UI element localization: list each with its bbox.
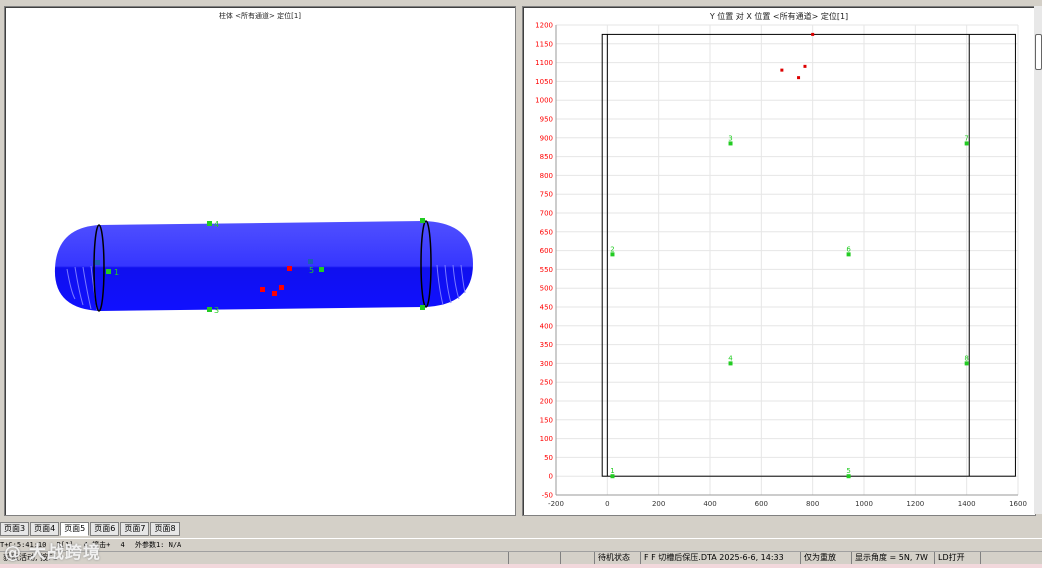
y-tick-label: 1200 xyxy=(535,22,553,30)
sensor-point-label: 4 xyxy=(728,354,733,362)
y-tick-label: 100 xyxy=(540,435,553,443)
status-angle: 显示角度 = 5N, 7W xyxy=(851,552,934,564)
sensor-4-label: 4 xyxy=(214,220,219,229)
sensor-1-label: 1 xyxy=(114,268,119,277)
y-tick-label: 1100 xyxy=(535,59,553,67)
y-tick-label: 300 xyxy=(540,360,553,368)
y-tick-label: 750 xyxy=(540,191,553,199)
info-bar: T+C:5:41:10 R[1] 4 撞击+ 4 外参数1: N/A xyxy=(0,538,1042,551)
y-tick-label: 0 xyxy=(549,473,553,481)
tab-page7[interactable]: 页面7 xyxy=(120,522,150,536)
x-tick-label: 1200 xyxy=(906,500,924,508)
sensor-point-label: 3 xyxy=(728,134,732,142)
x-tick-label: 1600 xyxy=(1009,500,1027,508)
x-tick-label: 0 xyxy=(605,500,609,508)
cylinder-view-panel: 柱体 <所有通道> 定位[1] 1 4 3 5 xyxy=(4,6,516,516)
y-tick-label: 450 xyxy=(540,304,553,312)
taskbar-strip xyxy=(0,564,1042,568)
x-tick-label: 200 xyxy=(652,500,665,508)
sensor-3-label: 3 xyxy=(214,306,219,315)
y-tick-label: 150 xyxy=(540,416,553,424)
status-state: 待机状态 xyxy=(594,552,641,564)
event-point xyxy=(797,76,801,80)
event-point xyxy=(260,287,265,292)
status-bar: 获取活动, 按F1 待机状态 F F 切槽后保压.DTA 2025-6-6, 1… xyxy=(0,551,1042,565)
event-point xyxy=(811,32,815,36)
y-tick-label: 350 xyxy=(540,341,553,349)
y-tick-label: 1000 xyxy=(535,97,553,105)
tab-page5[interactable]: 页面5 xyxy=(60,522,90,536)
cylinder-body xyxy=(54,221,473,311)
y-tick-label: 1150 xyxy=(535,40,553,48)
sensor-blue-left xyxy=(95,260,100,265)
y-tick-label: 400 xyxy=(540,322,553,330)
page-tabs: 页面3 页面4 页面5 页面6 页面7 页面8 xyxy=(0,522,181,536)
x-tick-label: 800 xyxy=(806,500,819,508)
info-param: 外参数1: N/A xyxy=(134,541,182,549)
x-tick-label: 600 xyxy=(755,500,768,508)
y-tick-label: -50 xyxy=(542,492,553,500)
y-tick-label: 850 xyxy=(540,153,553,161)
info-count: 4 xyxy=(120,541,125,549)
x-tick-label: -200 xyxy=(548,500,564,508)
cylinder-canvas: 1 4 3 5 xyxy=(54,218,473,315)
status-empty-1 xyxy=(508,552,559,564)
event-point xyxy=(272,291,277,296)
xy-scatter-chart: -200 0 200 400 600 800 1000 1200 1400 1600-500501… xyxy=(535,22,1027,509)
y-tick-label: 600 xyxy=(540,247,553,255)
scrollbar-thumb[interactable] xyxy=(1035,34,1042,70)
vertical-scrollbar[interactable] xyxy=(1034,6,1042,514)
sensor-point-label: 1 xyxy=(610,467,614,475)
y-tick-label: 650 xyxy=(540,228,553,236)
y-tick-label: 500 xyxy=(540,285,553,293)
y-tick-label: 900 xyxy=(540,134,553,142)
sensor-point-label: 7 xyxy=(964,134,968,142)
sensor-point-label: 2 xyxy=(610,245,614,253)
sensor-point-label: 8 xyxy=(964,354,968,362)
event-point xyxy=(287,266,292,271)
xy-plot-panel: Y 位置 对 X 位置 <所有通道> 定位[1] -200 0 200 400 600 8… xyxy=(522,6,1036,516)
status-ld: LD打开 xyxy=(934,552,981,564)
event-point xyxy=(803,64,807,68)
tab-page6[interactable]: 页面6 xyxy=(90,522,120,536)
x-tick-label: 400 xyxy=(703,500,716,508)
sensor-3: 3 xyxy=(207,306,219,315)
y-tick-label: 700 xyxy=(540,210,553,218)
y-tick-label: 200 xyxy=(540,398,553,406)
sensor-blue-mid xyxy=(308,259,313,264)
tab-page8[interactable]: 页面8 xyxy=(150,522,180,536)
x-tick-label: 1000 xyxy=(855,500,873,508)
x-tick-label: 1400 xyxy=(958,500,976,508)
sensor-point-label: 5 xyxy=(846,467,850,475)
sensor-5-label: 5 xyxy=(309,266,314,275)
y-tick-label: 1050 xyxy=(535,78,553,86)
tab-page4[interactable]: 页面4 xyxy=(30,522,60,536)
status-file: F F 切槽后保压.DTA 2025-6-6, 14:33 xyxy=(640,552,797,564)
y-tick-label: 550 xyxy=(540,266,553,274)
y-tick-label: 50 xyxy=(544,454,553,462)
y-tick-label: 250 xyxy=(540,379,553,387)
event-point xyxy=(279,285,284,290)
status-mode: 仅为重放 xyxy=(800,552,851,564)
status-empty-3 xyxy=(980,552,1041,564)
y-tick-label: 950 xyxy=(540,116,553,124)
status-empty-2 xyxy=(560,552,593,564)
watermark: @ 大战跨境 xyxy=(4,543,101,563)
y-tick-label: 800 xyxy=(540,172,553,180)
event-point xyxy=(780,68,784,72)
sensor-point-label: 6 xyxy=(846,245,851,253)
tab-page3[interactable]: 页面3 xyxy=(0,522,30,536)
